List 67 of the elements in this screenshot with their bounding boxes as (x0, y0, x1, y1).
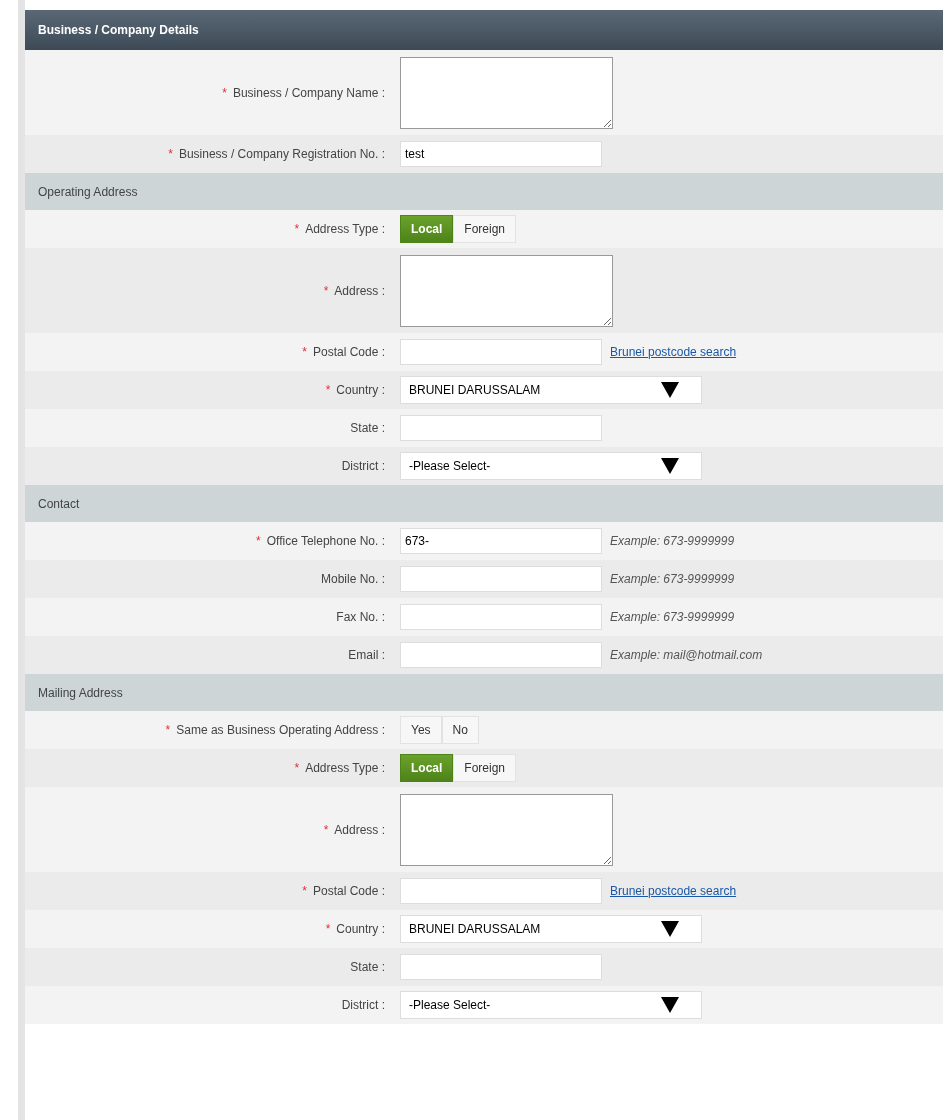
section-header: Operating Address (25, 173, 943, 210)
postcode-search-link[interactable]: Brunei postcode search (610, 882, 737, 900)
required-marker: * (222, 85, 227, 100)
field-label: District : (341, 459, 385, 473)
field-label: Address : (334, 283, 385, 298)
field-label: Address : (334, 822, 385, 837)
field-label: State : (350, 960, 385, 974)
input-field[interactable] (400, 642, 602, 668)
dropdown[interactable]: -Please Select- (400, 452, 702, 480)
required-marker: * (323, 283, 329, 298)
hint-text: Example: 673-9999999 (610, 533, 735, 550)
field-label: Email : (348, 648, 385, 662)
section-header: Contact (25, 485, 943, 522)
field-label: Address Type : (305, 761, 385, 775)
text-area[interactable] (400, 793, 613, 866)
required-marker: * (302, 884, 307, 898)
caret-icon (661, 997, 679, 1013)
toggle-option[interactable]: Local (400, 754, 454, 782)
caret-icon (661, 458, 679, 474)
field-label: Country : (336, 383, 385, 397)
dropdown[interactable]: -Please Select- (400, 991, 702, 1019)
field-label: Fax No. : (336, 610, 385, 624)
field-label: Country : (336, 922, 385, 936)
section-header: Mailing Address (25, 674, 943, 711)
required-marker: * (323, 822, 329, 837)
input-field[interactable] (400, 878, 602, 904)
field-label: Business / Company Name : (232, 85, 385, 100)
dropdown[interactable]: BRUNEI DARUSSALAM (400, 376, 702, 404)
hint-text: Example: mail@hotmail.com (610, 647, 763, 664)
toggle-option[interactable]: Local (400, 215, 454, 243)
field-label: Postal Code : (312, 884, 385, 898)
field-label: Business / Company Registration No. : (178, 147, 385, 161)
required-marker: * (294, 761, 300, 775)
toggle-option[interactable]: Foreign (453, 754, 517, 782)
required-marker: * (302, 345, 307, 359)
required-marker: * (256, 534, 261, 548)
required-marker: * (325, 383, 331, 397)
field-label: Office Telephone No. : (266, 534, 385, 548)
required-marker: * (168, 147, 173, 161)
field-label: District : (341, 998, 385, 1012)
caret-icon (661, 921, 679, 937)
text-area[interactable] (400, 56, 613, 129)
field-label: State : (350, 421, 385, 435)
field-label: Postal Code : (312, 345, 385, 359)
hint-text: Example: 673-9999999 (610, 571, 735, 588)
input-field[interactable] (400, 954, 602, 980)
hint-text: Example: 673-9999999 (610, 609, 735, 626)
field-label: Same as Business Operating Address : (176, 723, 385, 737)
input-field[interactable] (400, 339, 602, 365)
dropdown[interactable]: BRUNEI DARUSSALAM (400, 915, 702, 943)
required-marker: * (325, 922, 331, 936)
toggle-option[interactable]: Foreign (453, 215, 517, 243)
required-marker: * (294, 222, 300, 236)
input-field[interactable]: 673- (400, 528, 602, 554)
input-field[interactable] (400, 415, 602, 441)
input-field[interactable] (400, 566, 602, 592)
field-label: Mobile No. : (320, 572, 385, 586)
postcode-search-link[interactable]: Brunei postcode search (610, 343, 737, 361)
field-label: Address Type : (305, 222, 385, 236)
caret-icon (661, 382, 679, 398)
toggle-option[interactable]: Yes (400, 716, 442, 744)
toggle-option[interactable]: No (441, 716, 479, 744)
required-marker: * (165, 723, 171, 737)
panel-header: Business / Company Details (25, 10, 943, 50)
text-area[interactable] (400, 254, 613, 327)
input-field[interactable] (400, 604, 602, 630)
input-field[interactable]: test (400, 141, 602, 167)
